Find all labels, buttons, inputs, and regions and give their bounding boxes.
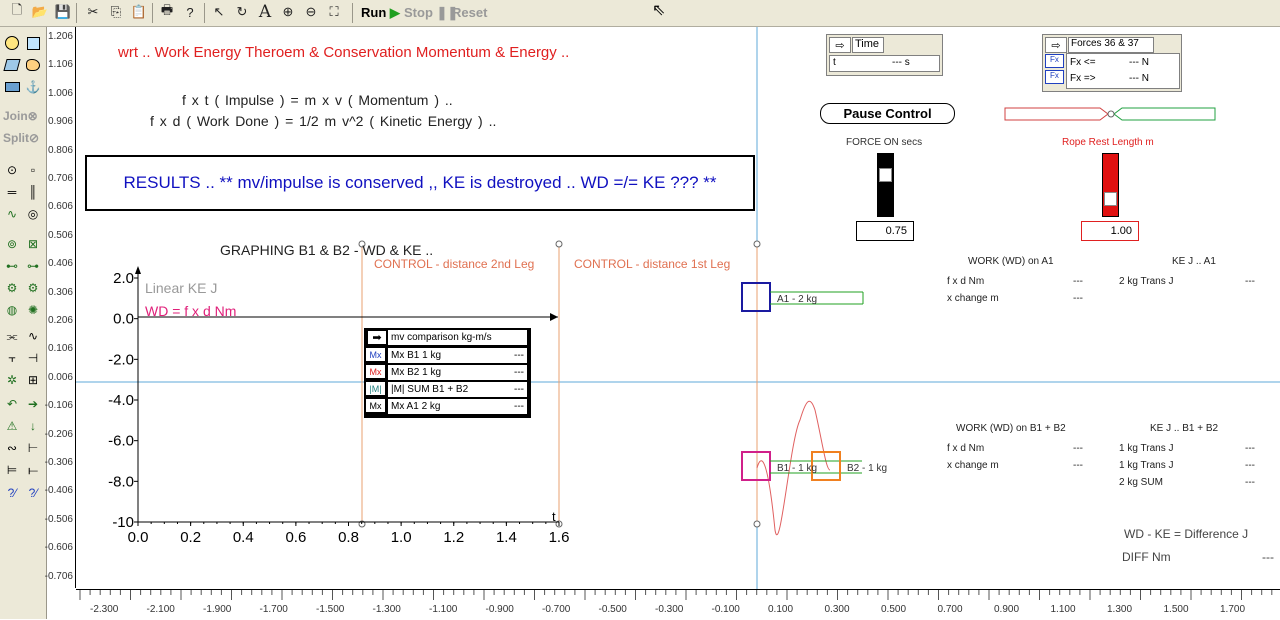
time-arrow-icon[interactable]: ⇨: [829, 37, 851, 53]
work-b-xchange-value: ---: [1073, 460, 1083, 471]
diff-label: DIFF Nm: [1122, 550, 1171, 564]
rope-rest-slider-thumb[interactable]: [1104, 192, 1117, 206]
force-on-label: FORCE ON secs: [846, 137, 923, 148]
x-tick-label: 1.6: [549, 529, 570, 546]
mv-row-icon[interactable]: Mx: [366, 348, 385, 361]
mv-row-icon[interactable]: |M|: [366, 382, 385, 395]
mv-row-label: |M| SUM B1 + B2: [391, 384, 469, 395]
time-var: t: [833, 57, 836, 68]
work-a1-title: WORK (WD) on A1: [968, 256, 1054, 267]
ke-b-sum-label: 2 kg SUM: [1119, 477, 1163, 488]
b2-label: B2 - 1 kg: [847, 463, 888, 474]
x-tick-label: 1.0: [391, 529, 412, 546]
fx-right-label: Fx =>: [1070, 73, 1096, 84]
work-a1-xchange-label: x change m: [947, 293, 999, 304]
pause-control-button[interactable]: Pause Control: [820, 103, 955, 124]
fx-right-icon[interactable]: Fx: [1045, 70, 1064, 84]
x-tick-label: 0.4: [233, 529, 254, 546]
time-title: Time: [852, 37, 884, 53]
diff-title: WD - KE = Difference J: [1124, 527, 1249, 541]
mv-comparison-panel: ➡ mv comparison kg-m/s Mx Mx B1 1 kg --- Mx…: [364, 328, 531, 418]
mv-row-icon[interactable]: Mx: [366, 365, 385, 378]
chart-y-axis-arrow: [135, 266, 141, 274]
work-b-xchange-label: x change m: [947, 460, 999, 471]
mv-row-value: ---: [514, 350, 524, 361]
x-tick-label: 1.4: [496, 529, 517, 546]
wd-ke-chart: 2.00.0-2.0-4.0-6.0-8.0-100.0 0.2 0.4 0.6 0.8…: [108, 266, 570, 546]
forces-title: Forces 36 & 37: [1068, 37, 1154, 53]
force-on-slider[interactable]: [877, 153, 894, 217]
mv-row-value: ---: [514, 401, 524, 412]
force-on-value[interactable]: 0.75: [856, 221, 914, 241]
mv-arrow-icon[interactable]: ➡: [368, 331, 386, 344]
rope-rest-slider[interactable]: [1102, 153, 1119, 217]
mv-panel-title: mv comparison kg-m/s: [388, 330, 527, 345]
x-tick-label: 1.2: [443, 529, 464, 546]
ke-b-title: KE J .. B1 + B2: [1150, 423, 1219, 434]
diff-value: ---: [1262, 550, 1274, 564]
rope-rest-label: Rope Rest Length m: [1062, 137, 1154, 148]
y-tick-label: 2.0: [113, 270, 134, 287]
y-tick-label: -4.0: [108, 392, 134, 409]
y-tick-label: -6.0: [108, 433, 134, 450]
work-a1-fxd-value: ---: [1073, 276, 1083, 287]
a1-label: A1 - 2 kg: [777, 294, 818, 305]
forces-panel: ⇨ Forces 36 & 37 Fx Fx Fx <= --- N Fx =>…: [1042, 34, 1182, 92]
work-b-fxd-label: f x d Nm: [947, 443, 985, 454]
mv-row-label: Mx A1 2 kg: [391, 401, 441, 412]
fx-left-icon[interactable]: Fx: [1045, 54, 1064, 68]
work-a1-xchange-value: ---: [1073, 293, 1083, 304]
work-b-fxd-value: ---: [1073, 443, 1083, 454]
fx-left-value: --- N: [1129, 57, 1149, 68]
b1-label: B1 - 1 kg: [777, 463, 818, 474]
force-on-slider-thumb[interactable]: [879, 168, 892, 182]
time-value: --- s: [892, 57, 910, 68]
forces-readout: Fx <= --- N Fx => --- N: [1066, 53, 1180, 89]
mv-row-value: ---: [514, 384, 524, 395]
mv-row: Mx B1 1 kg ---: [388, 348, 527, 363]
ke-a1-trans-label: 2 kg Trans J: [1119, 276, 1174, 287]
time-readout: t --- s: [829, 55, 940, 72]
rope-rest-value[interactable]: 1.00: [1081, 221, 1139, 241]
mv-row: Mx B2 1 kg ---: [388, 365, 527, 380]
ke-b-row1-label: 1 kg Trans J: [1119, 443, 1174, 454]
x-tick-label: 0.0: [128, 529, 149, 546]
ke-b-sum-value: ---: [1245, 477, 1255, 488]
x-tick-label: 0.8: [338, 529, 359, 546]
mv-row: Mx A1 2 kg ---: [388, 399, 527, 414]
work-b-title: WORK (WD) on B1 + B2: [956, 423, 1066, 434]
x-tick-label: 0.6: [285, 529, 306, 546]
ke-b-row2-label: 1 kg Trans J: [1119, 460, 1174, 471]
ke-b-row1-value: ---: [1245, 443, 1255, 454]
mv-row-value: ---: [514, 367, 524, 378]
mv-row-label: Mx B1 1 kg: [391, 350, 442, 361]
fx-left-label: Fx <=: [1070, 57, 1096, 68]
fx-right-value: --- N: [1129, 73, 1149, 84]
y-tick-label: -8.0: [108, 473, 134, 490]
y-tick-label: 0.0: [113, 311, 134, 328]
ke-a1-title: KE J .. A1: [1172, 256, 1216, 267]
ke-a1-trans-value: ---: [1245, 276, 1255, 287]
ke-b-row2-value: ---: [1245, 460, 1255, 471]
mv-row-label: Mx B2 1 kg: [391, 367, 442, 378]
work-a1-fxd-label: f x d Nm: [947, 276, 985, 287]
mv-row: |M| SUM B1 + B2 ---: [388, 382, 527, 397]
time-panel: ⇨ Time t --- s: [826, 34, 943, 76]
forces-arrow-icon[interactable]: ⇨: [1045, 37, 1067, 53]
y-tick-label: -2.0: [108, 351, 134, 368]
mv-row-icon[interactable]: Mx: [366, 399, 385, 412]
x-tick-label: 0.2: [180, 529, 201, 546]
